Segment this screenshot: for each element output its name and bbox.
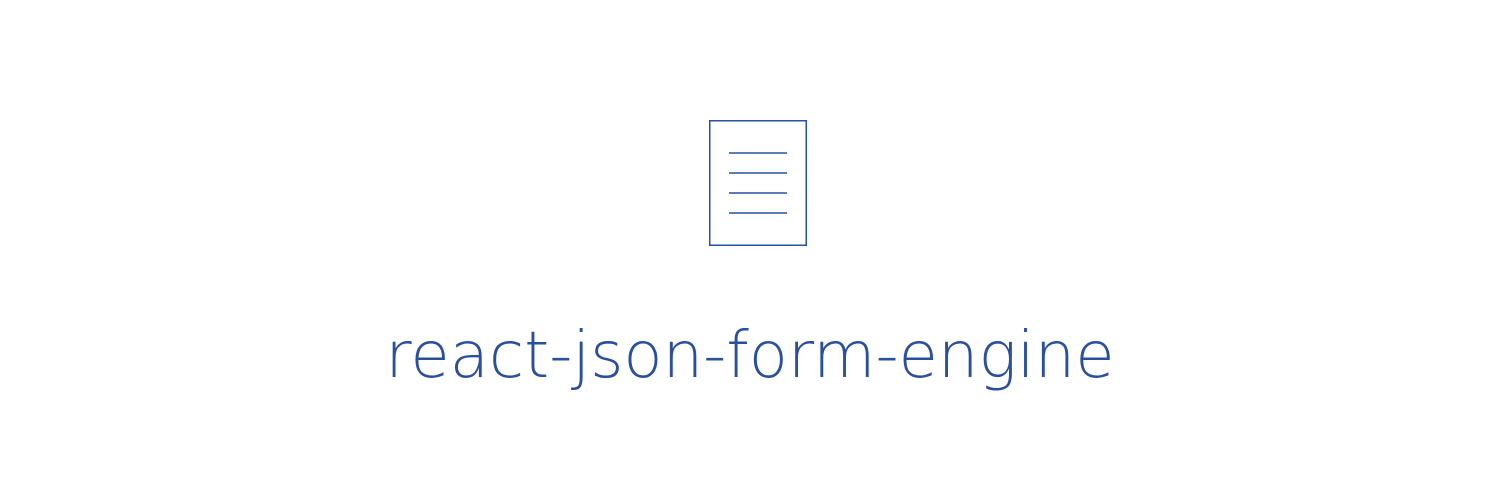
document-outline	[709, 120, 807, 246]
logo-banner: react-json-form-engine	[0, 0, 1500, 500]
brand-title: react-json-form-engine	[385, 319, 1115, 393]
document-icon	[709, 120, 807, 246]
